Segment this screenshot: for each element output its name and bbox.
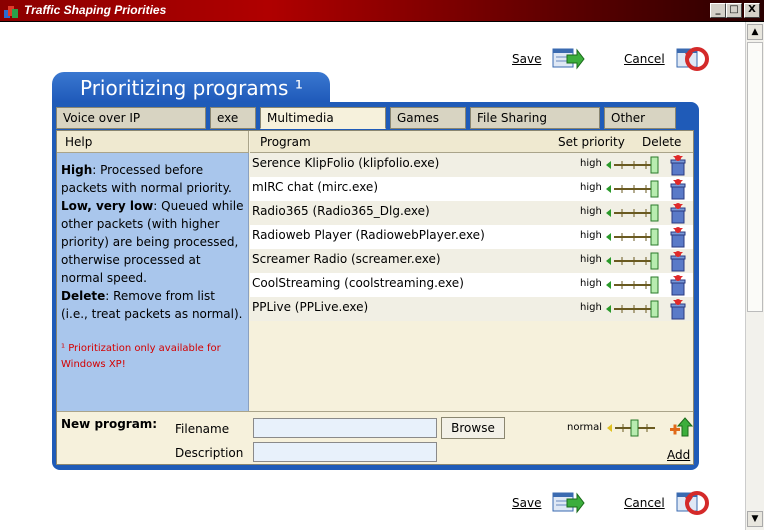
scroll-thumb[interactable] bbox=[747, 42, 763, 312]
table-row: Serence KlipFolio (klipfolio.exe) high bbox=[250, 153, 693, 177]
description-input[interactable] bbox=[253, 442, 437, 462]
tab-file-sharing[interactable]: File Sharing bbox=[470, 107, 600, 129]
tab-exe[interactable]: exe bbox=[210, 107, 256, 129]
program-name: Radio365 (Radio365_Dlg.exe) bbox=[252, 204, 430, 218]
table-row: mIRC chat (mirc.exe) high bbox=[250, 177, 693, 201]
priority-slider[interactable] bbox=[606, 180, 666, 198]
delete-icon[interactable] bbox=[668, 250, 688, 272]
app-icon bbox=[4, 6, 18, 18]
vertical-scrollbar[interactable]: ▲ ▼ bbox=[745, 22, 764, 530]
tab-content: Help High: Processed before packets with… bbox=[56, 130, 694, 465]
header-delete: Delete bbox=[642, 135, 682, 149]
save-icon[interactable] bbox=[551, 489, 586, 517]
new-program-priority-slider[interactable] bbox=[607, 419, 667, 437]
priority-slider[interactable] bbox=[606, 228, 666, 246]
priority-value: high bbox=[580, 230, 602, 241]
header-program: Program bbox=[260, 135, 311, 149]
priority-slider[interactable] bbox=[606, 300, 666, 318]
cancel-button-bottom[interactable]: Cancel bbox=[624, 487, 709, 519]
cancel-button-top[interactable]: Cancel bbox=[624, 43, 709, 75]
save-button-top[interactable]: Save bbox=[512, 43, 586, 75]
priority-value: high bbox=[580, 206, 602, 217]
help-header: Help bbox=[57, 131, 249, 153]
help-low-term: Low, very low bbox=[61, 199, 154, 213]
window-title: Traffic Shaping Priorities bbox=[24, 3, 167, 17]
panel-title: Prioritizing programs ¹ bbox=[52, 72, 330, 104]
title-bar: Traffic Shaping Priorities _ □ X bbox=[0, 0, 764, 22]
category-tabs: Voice over IP exe Multimedia Games File … bbox=[56, 107, 680, 129]
program-name: mIRC chat (mirc.exe) bbox=[252, 180, 378, 194]
program-name: PPLive (PPLive.exe) bbox=[252, 300, 369, 314]
help-delete-term: Delete bbox=[61, 289, 106, 303]
priority-value: high bbox=[580, 182, 602, 193]
help-panel: High: Processed before packets with norm… bbox=[57, 153, 249, 411]
help-high-term: High bbox=[61, 163, 93, 177]
program-table-header: Program Set priority Delete bbox=[250, 131, 693, 153]
tab-voice-over-ip[interactable]: Voice over IP bbox=[56, 107, 206, 129]
add-link[interactable]: Add bbox=[667, 448, 690, 462]
delete-icon[interactable] bbox=[668, 178, 688, 200]
new-program-section: New program: Filename Description Browse… bbox=[57, 411, 693, 464]
header-set-priority: Set priority bbox=[558, 135, 625, 149]
delete-icon[interactable] bbox=[668, 202, 688, 224]
save-link[interactable]: Save bbox=[512, 52, 541, 66]
priority-value: high bbox=[580, 254, 602, 265]
priority-slider[interactable] bbox=[606, 156, 666, 174]
filename-label: Filename bbox=[175, 422, 230, 436]
scroll-up-icon[interactable]: ▲ bbox=[747, 24, 763, 40]
add-icon[interactable] bbox=[669, 416, 693, 438]
cancel-icon[interactable] bbox=[675, 489, 709, 517]
delete-icon[interactable] bbox=[668, 274, 688, 296]
table-row: Radioweb Player (RadiowebPlayer.exe) hig… bbox=[250, 225, 693, 249]
filename-input[interactable] bbox=[253, 418, 437, 438]
save-button-bottom[interactable]: Save bbox=[512, 487, 586, 519]
program-name: Radioweb Player (RadiowebPlayer.exe) bbox=[252, 228, 485, 242]
priority-value: high bbox=[580, 278, 602, 289]
scroll-down-icon[interactable]: ▼ bbox=[747, 511, 763, 527]
program-name: Serence KlipFolio (klipfolio.exe) bbox=[252, 156, 440, 170]
cancel-link[interactable]: Cancel bbox=[624, 496, 665, 510]
table-row: Radio365 (Radio365_Dlg.exe) high bbox=[250, 201, 693, 225]
program-name: CoolStreaming (coolstreaming.exe) bbox=[252, 276, 464, 290]
table-row: CoolStreaming (coolstreaming.exe) high bbox=[250, 273, 693, 297]
tab-other[interactable]: Other bbox=[604, 107, 676, 129]
program-name: Screamer Radio (screamer.exe) bbox=[252, 252, 441, 266]
program-list: Serence KlipFolio (klipfolio.exe) high m… bbox=[250, 153, 693, 321]
new-program-label: New program: bbox=[61, 417, 158, 431]
minimize-button[interactable]: _ bbox=[710, 3, 726, 18]
priority-slider[interactable] bbox=[606, 276, 666, 294]
save-icon[interactable] bbox=[551, 45, 586, 73]
priority-value: high bbox=[580, 158, 602, 169]
close-button[interactable]: X bbox=[744, 3, 760, 18]
description-label: Description bbox=[175, 446, 244, 460]
cancel-icon[interactable] bbox=[675, 45, 709, 73]
table-row: PPLive (PPLive.exe) high bbox=[250, 297, 693, 321]
delete-icon[interactable] bbox=[668, 154, 688, 176]
delete-icon[interactable] bbox=[668, 298, 688, 320]
table-row: Screamer Radio (screamer.exe) high bbox=[250, 249, 693, 273]
tab-multimedia[interactable]: Multimedia bbox=[260, 107, 386, 129]
priority-slider[interactable] bbox=[606, 252, 666, 270]
priority-value: high bbox=[580, 302, 602, 313]
save-link[interactable]: Save bbox=[512, 496, 541, 510]
cancel-link[interactable]: Cancel bbox=[624, 52, 665, 66]
tab-games[interactable]: Games bbox=[390, 107, 466, 129]
maximize-button[interactable]: □ bbox=[726, 3, 742, 18]
delete-icon[interactable] bbox=[668, 226, 688, 248]
browse-button[interactable]: Browse bbox=[441, 417, 505, 439]
help-footnote: ¹ Prioritization only available for Wind… bbox=[61, 343, 221, 370]
new-program-priority: normal bbox=[567, 422, 603, 433]
priority-slider[interactable] bbox=[606, 204, 666, 222]
